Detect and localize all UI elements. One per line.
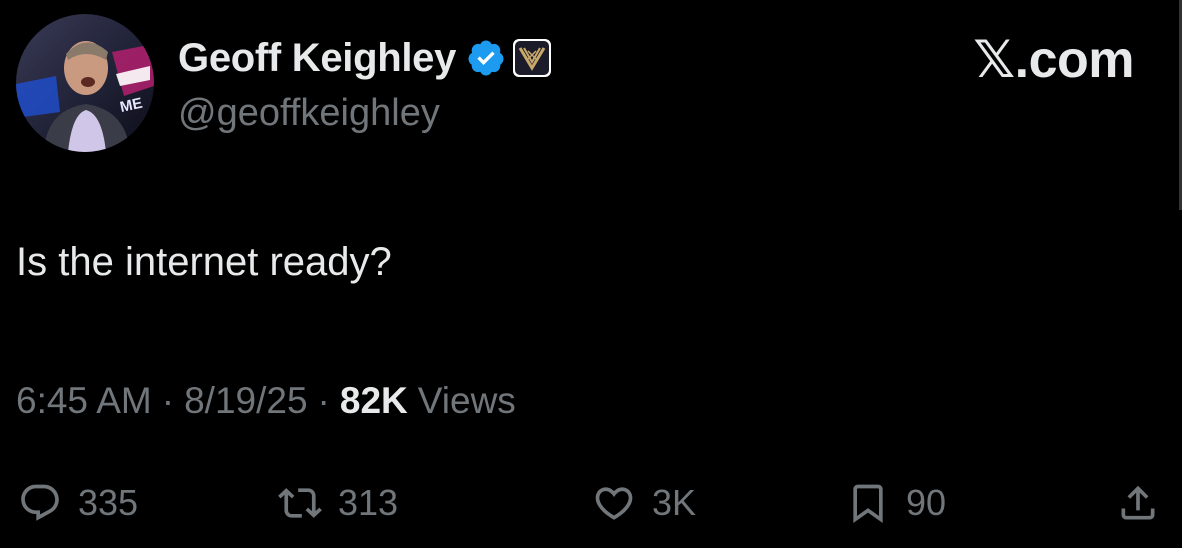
tweet-meta: 6:45 AM · 8/19/25 · 82K Views [16, 380, 516, 422]
reply-button[interactable]: 335 [18, 470, 138, 536]
x-logo: 𝕏.com [973, 31, 1134, 89]
verified-badge-icon [468, 40, 504, 76]
share-button[interactable] [1116, 470, 1160, 536]
display-name[interactable]: Geoff Keighley [178, 36, 456, 81]
like-button[interactable]: 3K [592, 470, 696, 536]
affiliate-badge-icon[interactable] [512, 38, 552, 78]
tweet-actions: 335 313 3K 90 [16, 470, 1166, 536]
repost-icon [278, 488, 322, 518]
tweet-time[interactable]: 6:45 AM [16, 380, 152, 422]
author-name-row: Geoff Keighley [178, 30, 552, 86]
share-icon [1121, 485, 1155, 520]
repost-button[interactable]: 313 [278, 470, 398, 536]
views-count[interactable]: 82K [340, 380, 408, 422]
tweet-date[interactable]: 8/19/25 [184, 380, 307, 422]
views-label: Views [417, 380, 516, 421]
repost-count: 313 [338, 482, 399, 523]
bookmark-icon [853, 484, 883, 524]
tweet-text: Is the internet ready? [16, 240, 392, 284]
bookmark-button[interactable]: 90 [846, 470, 946, 536]
meta-separator: · [317, 380, 330, 421]
reply-count: 335 [78, 482, 139, 523]
reply-icon [21, 484, 59, 521]
like-icon [595, 487, 633, 520]
bookmark-count: 90 [906, 482, 947, 523]
avatar[interactable]: ME [16, 14, 154, 152]
meta-separator: · [161, 380, 175, 421]
author-handle[interactable]: @geoffkeighley [178, 92, 440, 135]
like-count: 3K [652, 482, 697, 523]
